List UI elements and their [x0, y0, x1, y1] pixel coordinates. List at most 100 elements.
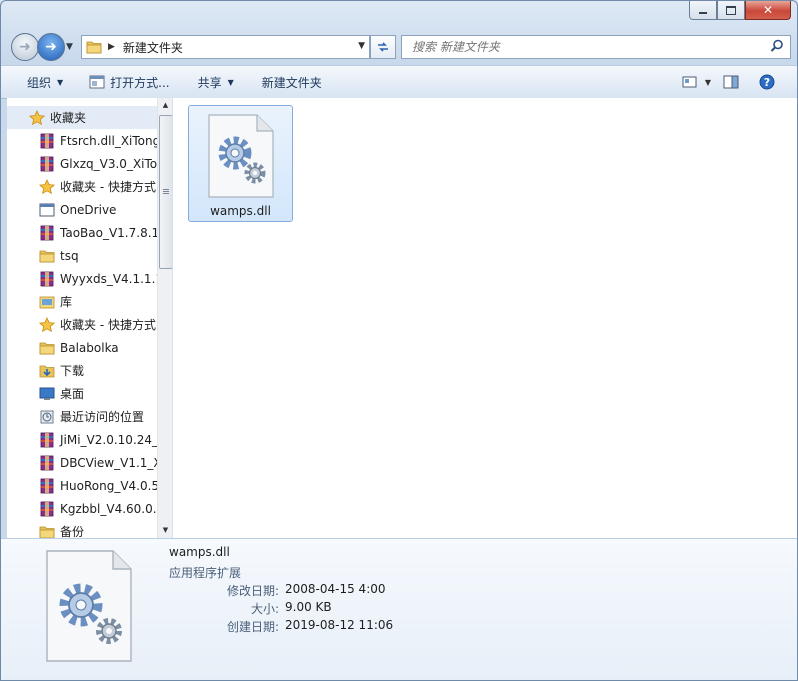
details-pane: wamps.dll 应用程序扩展 修改日期: 2008-04-15 4:00 大… [1, 538, 797, 680]
nav-item-label: Glxzq_V3.0_XiTo [60, 156, 157, 171]
nav-item-label: 备份 [60, 525, 85, 538]
details-key: 大小: [250, 602, 279, 616]
nav-item[interactable]: HuoRong_V4.0.5 [7, 474, 157, 497]
nav-item[interactable]: 库 [7, 290, 157, 313]
nav-item[interactable]: Wyyxds_V4.1.1.1 [7, 267, 157, 290]
file-list-view[interactable]: wamps.dll [173, 98, 797, 538]
window-icon [39, 203, 55, 216]
scroll-down-arrow-icon[interactable]: ▼ [158, 523, 172, 538]
nav-item-label: Kgzbbl_V4.60.0. [60, 501, 157, 516]
preview-pane-button[interactable] [723, 75, 739, 89]
maximize-button[interactable] [717, 1, 745, 20]
nav-item[interactable]: Balabolka [7, 336, 157, 359]
nav-item-label: TaoBao_V1.7.8.1 [60, 225, 157, 240]
nav-item-label: Ftsrch.dll_XiTong [60, 133, 157, 148]
dll-file-icon [46, 550, 132, 662]
dropdown-arrow-icon: ▼ [57, 77, 64, 87]
close-button[interactable]: ✕ [745, 1, 791, 20]
nav-item[interactable]: tsq [7, 244, 157, 267]
folder-icon [39, 250, 55, 262]
view-icon [682, 76, 697, 88]
desktop-icon [39, 387, 55, 400]
details-key: 修改日期: [226, 584, 279, 598]
star-icon [39, 178, 55, 194]
nav-item[interactable]: 最近访问的位置 [7, 405, 157, 428]
close-icon: ✕ [762, 3, 774, 17]
help-button[interactable]: ? [759, 74, 775, 90]
view-dropdown-icon[interactable]: ▼ [705, 78, 711, 87]
search-input[interactable] [410, 39, 754, 55]
nav-item[interactable]: JiMi_V2.0.10.24_ [7, 428, 157, 451]
nav-item[interactable]: Kgzbbl_V4.60.0. [7, 497, 157, 520]
nav-item[interactable]: DBCView_V1.1_X [7, 451, 157, 474]
scrollbar-thumb[interactable] [159, 115, 172, 269]
nav-item-label: 最近访问的位置 [60, 410, 145, 424]
nav-favorites-label: 收藏夹 [50, 111, 87, 125]
nav-item[interactable]: 下载 [7, 359, 157, 382]
nav-item[interactable]: 备份 [7, 520, 157, 538]
nav-item-label: 桌面 [60, 387, 85, 401]
nav-item[interactable]: Ftsrch.dll_XiTong [7, 129, 157, 152]
view-controls: ▼ ? [682, 66, 797, 98]
archive-icon [40, 432, 54, 447]
explorer-window: ✕ ➜ ➜ ▼ ▶ 新建文件夹 ▼ 组织 ▼ [0, 0, 798, 681]
maximize-icon [726, 5, 736, 15]
archive-icon [40, 478, 54, 493]
file-item[interactable]: wamps.dll [188, 105, 293, 222]
nav-item-label: tsq [60, 248, 79, 263]
forward-button[interactable]: ➜ [37, 33, 65, 61]
archive-icon [40, 133, 54, 148]
search-icon[interactable] [770, 39, 784, 53]
archive-icon [40, 501, 54, 516]
organize-button[interactable]: 组织 ▼ [21, 70, 69, 94]
organize-label: 组织 [27, 75, 52, 90]
minimize-button[interactable] [689, 1, 717, 20]
nav-item[interactable]: 收藏夹 - 快捷方式 [7, 175, 157, 198]
new-folder-button[interactable]: 新建文件夹 [256, 70, 328, 94]
forward-arrow-icon: ➜ [45, 39, 57, 55]
archive-icon [40, 455, 54, 470]
details-file-name: wamps.dll [169, 545, 230, 559]
star-icon [39, 316, 55, 332]
share-button[interactable]: 共享 ▼ [192, 70, 240, 94]
change-view-button[interactable]: ▼ [682, 75, 711, 89]
share-label: 共享 [197, 75, 222, 90]
nav-favorites-header[interactable]: 收藏夹 [7, 106, 157, 129]
open-with-label: 打开方式... [110, 75, 170, 90]
refresh-icon [378, 42, 388, 52]
back-button[interactable]: ➜ [11, 33, 39, 61]
nav-item-label: JiMi_V2.0.10.24_ [60, 432, 157, 447]
nav-item-label: HuoRong_V4.0.5 [60, 478, 157, 493]
nav-item[interactable]: 收藏夹 - 快捷方式 [7, 313, 157, 336]
help-icon: ? [759, 74, 775, 90]
open-with-button[interactable]: 打开方式... [83, 70, 175, 94]
breadcrumb-current[interactable]: 新建文件夹 [123, 39, 183, 56]
details-file-type: 应用程序扩展 [169, 566, 242, 580]
archive-icon [40, 156, 54, 171]
file-name: wamps.dll [210, 204, 271, 218]
breadcrumb-separator-icon[interactable]: ▶ [108, 42, 115, 52]
open-with-icon [89, 75, 105, 89]
navigation-pane: 收藏夹 Ftsrch.dll_XiTong Glxzq_V3.0_XiTo 收藏夹 … [7, 98, 173, 538]
nav-item-label: OneDrive [60, 202, 117, 217]
details-value: 2019-08-12 11:06 [285, 618, 394, 632]
search-box[interactable] [401, 35, 791, 59]
scroll-up-arrow-icon[interactable]: ▲ [158, 98, 172, 113]
star-icon [29, 109, 45, 125]
preview-pane-icon [723, 75, 739, 89]
dll-file-icon [208, 114, 274, 198]
nav-item[interactable]: OneDrive [7, 198, 157, 221]
nav-item[interactable]: TaoBao_V1.7.8.1 [7, 221, 157, 244]
address-bar[interactable]: ▶ 新建文件夹 ▼ [81, 35, 370, 59]
library-icon [39, 296, 55, 308]
new-folder-label: 新建文件夹 [261, 75, 322, 90]
nav-item[interactable]: Glxzq_V3.0_XiTo [7, 152, 157, 175]
refresh-button[interactable] [370, 35, 396, 59]
nav-scrollbar[interactable]: ▲ ▼ [157, 98, 172, 538]
nav-item-label: 收藏夹 - 快捷方式 [60, 180, 156, 194]
recent-pages-dropdown[interactable]: ▼ [66, 42, 73, 52]
address-dropdown-icon[interactable]: ▼ [358, 41, 365, 51]
recent-places-icon [40, 410, 54, 423]
details-row-created: 创建日期: 2019-08-12 11:06 [169, 618, 469, 635]
nav-item[interactable]: 桌面 [7, 382, 157, 405]
